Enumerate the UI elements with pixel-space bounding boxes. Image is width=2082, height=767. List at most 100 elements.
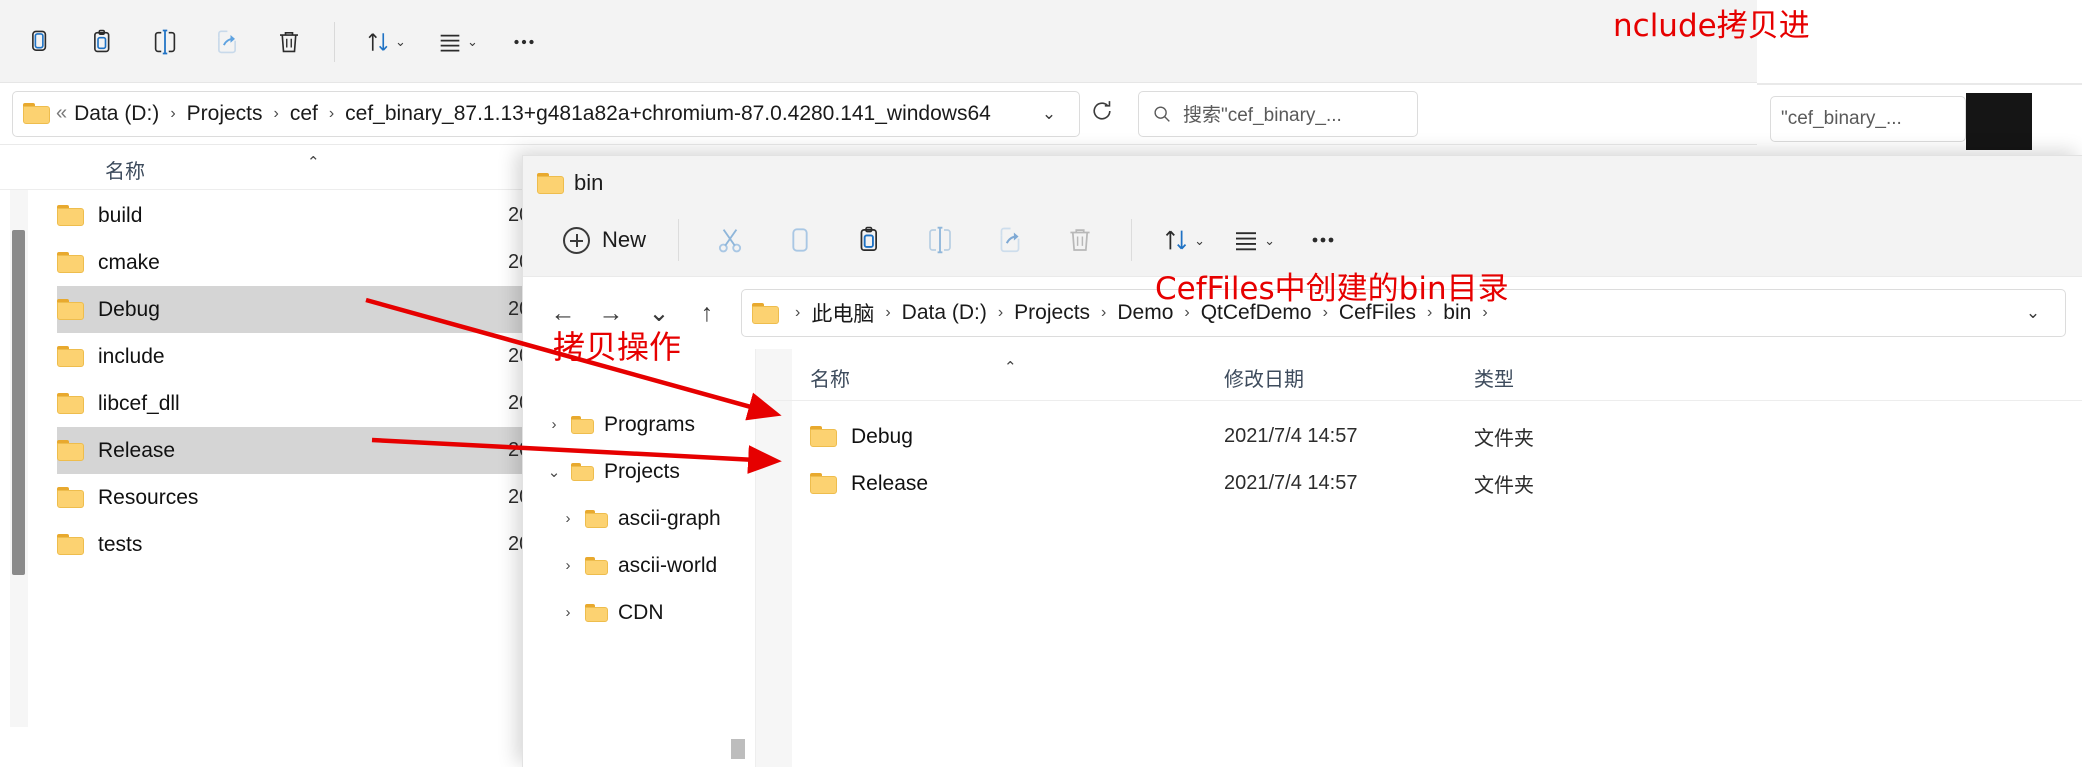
address-chevron-down-icon[interactable]: ⌄ bbox=[2011, 303, 2055, 323]
tree-scrollbar-thumb[interactable] bbox=[731, 739, 745, 759]
column-header-modified[interactable]: 修改日期 bbox=[1224, 363, 1304, 392]
chevron-down-icon[interactable]: ⌄ bbox=[537, 463, 571, 481]
chevron-right-icon[interactable]: › bbox=[551, 557, 585, 574]
breadcrumb-separator: › bbox=[997, 304, 1004, 321]
search-placeholder: 搜索"cef_binary_... bbox=[1183, 105, 1342, 126]
file-name: Debug bbox=[851, 424, 913, 448]
sort-indicator-icon: ⌃ bbox=[1004, 359, 1017, 376]
annotation-top-text: nclude拷贝进 bbox=[1613, 8, 1810, 44]
breadcrumb-item-2[interactable]: cef bbox=[287, 102, 321, 126]
folder-icon bbox=[585, 509, 608, 528]
tree-item-projects[interactable]: ⌄ Projects bbox=[523, 448, 755, 495]
paste-icon[interactable] bbox=[72, 14, 134, 70]
folder-icon bbox=[57, 346, 84, 367]
file-type: 文件夹 bbox=[1474, 428, 1534, 450]
breadcrumb-item-1[interactable]: Projects bbox=[184, 102, 266, 126]
breadcrumb-separator: › bbox=[170, 104, 176, 122]
folder-icon bbox=[752, 302, 779, 324]
view-button[interactable]: ⌄ bbox=[1218, 212, 1288, 268]
tab-label: bin bbox=[574, 170, 604, 195]
file-name: Debug bbox=[98, 297, 160, 321]
chevron-right-icon[interactable]: › bbox=[551, 510, 585, 527]
table-row[interactable]: Debug 2021/7/4 14:57 文件夹 bbox=[756, 413, 2082, 460]
toolbar-divider bbox=[1131, 219, 1133, 261]
chevron-down-icon: ⌄ bbox=[395, 34, 406, 49]
share-icon[interactable] bbox=[975, 212, 1045, 268]
file-name: Release bbox=[851, 471, 929, 495]
toolbar-divider bbox=[334, 21, 335, 62]
tree-item-ascii-graph[interactable]: › ascii-graph bbox=[523, 495, 755, 542]
tree-item-programs[interactable]: › Programs bbox=[523, 401, 755, 448]
breadcrumb-separator: › bbox=[795, 304, 801, 321]
tree-item-label: Programs bbox=[604, 412, 696, 436]
folder-icon bbox=[57, 393, 84, 414]
tree-item-label: Projects bbox=[604, 459, 680, 483]
black-rectangle-region bbox=[1966, 93, 2032, 150]
address-field[interactable]: « Data (D:) › Projects › cef › cef_binar… bbox=[12, 90, 1080, 137]
folder-icon bbox=[810, 426, 837, 447]
column-header-type[interactable]: 类型 bbox=[1474, 363, 1514, 392]
tree-item-ascii-world[interactable]: › ascii-world bbox=[523, 542, 755, 589]
screenshot-root: ⌄ ⌄ « Data (D:) › Projects › cef › cef_b… bbox=[0, 0, 2082, 767]
up-button[interactable]: ↑ bbox=[683, 289, 731, 337]
share-icon[interactable] bbox=[196, 14, 258, 70]
paste-icon[interactable] bbox=[835, 212, 905, 268]
file-date: 2021/7/4 14:57 bbox=[1224, 472, 1358, 494]
folder-icon bbox=[585, 603, 608, 622]
file-name-cell: Debug bbox=[810, 425, 913, 449]
tree-item-cdn[interactable]: › CDN bbox=[523, 589, 755, 636]
rename-icon[interactable] bbox=[134, 14, 196, 70]
chevron-right-icon[interactable]: › bbox=[537, 416, 571, 433]
breadcrumb-item-1[interactable]: Data (D:) bbox=[899, 301, 990, 325]
breadcrumb-item-2[interactable]: Projects bbox=[1011, 301, 1093, 325]
view-button[interactable]: ⌄ bbox=[421, 14, 493, 70]
copy-icon[interactable] bbox=[10, 14, 72, 70]
more-button[interactable] bbox=[1288, 212, 1358, 268]
breadcrumb-item-0[interactable]: Data (D:) bbox=[71, 102, 162, 126]
partial-search-input[interactable]: "cef_binary_... bbox=[1770, 96, 1966, 142]
file-name: Resources bbox=[98, 485, 199, 509]
folder-icon bbox=[57, 205, 84, 226]
back-scrollbar-thumb[interactable] bbox=[12, 230, 25, 575]
address-chevron-down-icon[interactable]: ⌄ bbox=[1027, 104, 1071, 124]
delete-icon[interactable] bbox=[258, 14, 320, 70]
file-name: tests bbox=[98, 532, 143, 556]
folder-icon bbox=[23, 103, 50, 124]
toolbar-divider bbox=[678, 219, 680, 261]
sort-button[interactable]: ⌄ bbox=[349, 14, 421, 70]
sort-button[interactable]: ⌄ bbox=[1148, 212, 1218, 268]
breadcrumb-overflow[interactable]: « bbox=[56, 102, 71, 125]
breadcrumb: « Data (D:) › Projects › cef › cef_binar… bbox=[56, 102, 1021, 126]
file-date: 2021/7/4 14:57 bbox=[1224, 425, 1358, 447]
delete-icon[interactable] bbox=[1045, 212, 1115, 268]
folder-icon bbox=[537, 172, 564, 194]
tree-item-label: CDN bbox=[618, 600, 664, 624]
table-row[interactable]: Release 2021/7/4 14:57 文件夹 bbox=[756, 460, 2082, 507]
breadcrumb-item-3[interactable]: cef_binary_87.1.13+g481a82a+chromium-87.… bbox=[342, 102, 994, 126]
chevron-down-icon: ⌄ bbox=[1264, 232, 1275, 248]
annotation-bin-created: CefFiles中创建的bin目录 bbox=[1155, 271, 1509, 307]
copy-icon[interactable] bbox=[765, 212, 835, 268]
rename-icon[interactable] bbox=[905, 212, 975, 268]
folder-icon bbox=[57, 252, 84, 273]
refresh-icon[interactable] bbox=[1080, 98, 1124, 129]
tab-bin[interactable]: bin bbox=[523, 156, 2082, 196]
tree-item-label: ascii-world bbox=[618, 553, 718, 577]
chevron-right-icon[interactable]: › bbox=[551, 604, 585, 621]
folder-icon bbox=[810, 473, 837, 494]
search-input[interactable]: 搜索"cef_binary_... bbox=[1138, 90, 1418, 137]
annotation-copy-operation: 拷贝操作 bbox=[553, 328, 682, 366]
chevron-down-icon: ⌄ bbox=[467, 34, 478, 49]
back-toolbar: ⌄ ⌄ bbox=[0, 0, 1757, 83]
folder-icon bbox=[585, 556, 608, 575]
front-title-bar: bin bbox=[523, 156, 2082, 204]
chevron-down-icon: ⌄ bbox=[1194, 232, 1205, 248]
breadcrumb-item-0[interactable]: 此电脑 bbox=[808, 298, 877, 328]
more-button[interactable] bbox=[493, 14, 555, 70]
search-icon bbox=[1154, 105, 1170, 122]
cut-icon[interactable] bbox=[695, 212, 765, 268]
column-header-name[interactable]: 名称 bbox=[810, 363, 850, 392]
new-button[interactable]: New bbox=[547, 215, 662, 265]
breadcrumb-separator: › bbox=[1101, 304, 1107, 321]
column-header-name[interactable]: 名称 bbox=[105, 155, 145, 184]
